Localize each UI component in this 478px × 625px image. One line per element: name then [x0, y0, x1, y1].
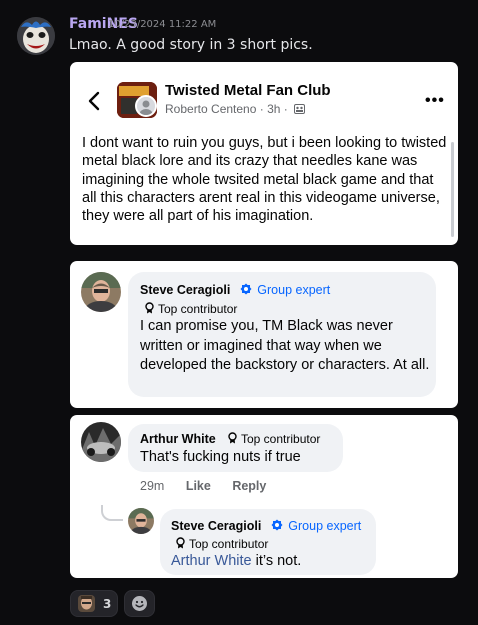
poster-avatar: [135, 95, 157, 117]
top-contributor-label: Top contributor: [189, 537, 269, 551]
top-contributor-badge: Top contributor: [144, 302, 237, 316]
custom-face-emoji-icon: [78, 595, 95, 612]
reply-text-body: it’s not.: [251, 553, 302, 569]
message-timestamp: 10/23/2024 11:22 AM: [108, 19, 217, 30]
group-name[interactable]: Twisted Metal Fan Club: [165, 82, 331, 99]
post-meta: Roberto Centeno · 3h ·: [165, 102, 306, 116]
comment-age: 29m: [140, 479, 165, 493]
add-reaction-icon: [132, 596, 147, 611]
group-expert-icon: [271, 519, 283, 531]
commenter-name-text[interactable]: Steve Ceragioli: [140, 283, 230, 297]
award-icon: [176, 537, 185, 549]
like-link[interactable]: Like: [186, 479, 211, 493]
back-arrow-icon: [88, 91, 100, 111]
award-icon: [228, 432, 237, 444]
reply-author[interactable]: Steve Ceragioli Group expert: [171, 519, 361, 533]
members-icon: [294, 104, 306, 114]
scrollbar[interactable]: [451, 142, 454, 237]
award-icon: [145, 302, 154, 314]
reply-text: Arthur White it’s not.: [171, 552, 371, 572]
meta-separator: ·: [259, 102, 268, 116]
commenter-name[interactable]: Arthur White: [140, 432, 216, 446]
reply-author-text[interactable]: Steve Ceragioli: [171, 519, 261, 533]
commenter-avatar: [81, 272, 121, 312]
reaction-button[interactable]: 3: [70, 590, 118, 617]
commenter-avatar: [81, 422, 121, 462]
user-mention[interactable]: Arthur White: [171, 553, 252, 569]
image-attachment-post[interactable]: Twisted Metal Fan Club Roberto Centeno ·…: [70, 62, 458, 245]
message-text: Lmao. A good story in 3 short pics.: [69, 37, 313, 53]
comment-text: That's fucking nuts if true: [140, 449, 301, 465]
previous-date-divider: [0, 0, 478, 4]
commenter-name-text[interactable]: Arthur White: [140, 432, 216, 446]
comment-text: I can promise you, TM Black was never wr…: [140, 318, 430, 373]
user-avatar[interactable]: [17, 17, 55, 55]
group-expert-icon: [240, 283, 252, 295]
top-contributor-badge: Top contributor: [175, 537, 268, 551]
group-expert-label: Group expert: [257, 283, 331, 297]
group-expert-label: Group expert: [288, 519, 362, 533]
more-options-icon[interactable]: •••: [425, 93, 445, 109]
poster-name[interactable]: Roberto Centeno: [165, 102, 256, 116]
meta-separator: ·: [283, 102, 292, 116]
comment-actions: 29m Like Reply: [140, 479, 284, 493]
top-contributor-label: Top contributor: [241, 432, 321, 446]
post-age: 3h: [267, 102, 281, 116]
image-attachment-expert-comment[interactable]: Steve Ceragioli Group expert Top contrib…: [70, 261, 458, 408]
reply-link[interactable]: Reply: [232, 479, 266, 493]
top-contributor-badge: Top contributor: [227, 432, 320, 446]
reaction-count: 3: [103, 597, 112, 611]
post-body: I dont want to ruin you guys, but i been…: [82, 135, 447, 225]
reply-avatar: [128, 508, 154, 534]
image-attachment-comment-thread[interactable]: Arthur White Top contributor That's fuck…: [70, 415, 458, 578]
add-reaction-button[interactable]: [124, 590, 155, 617]
commenter-name[interactable]: Steve Ceragioli Group expert: [140, 283, 330, 297]
top-contributor-label: Top contributor: [158, 302, 238, 316]
reply-thread-line: [101, 505, 123, 521]
